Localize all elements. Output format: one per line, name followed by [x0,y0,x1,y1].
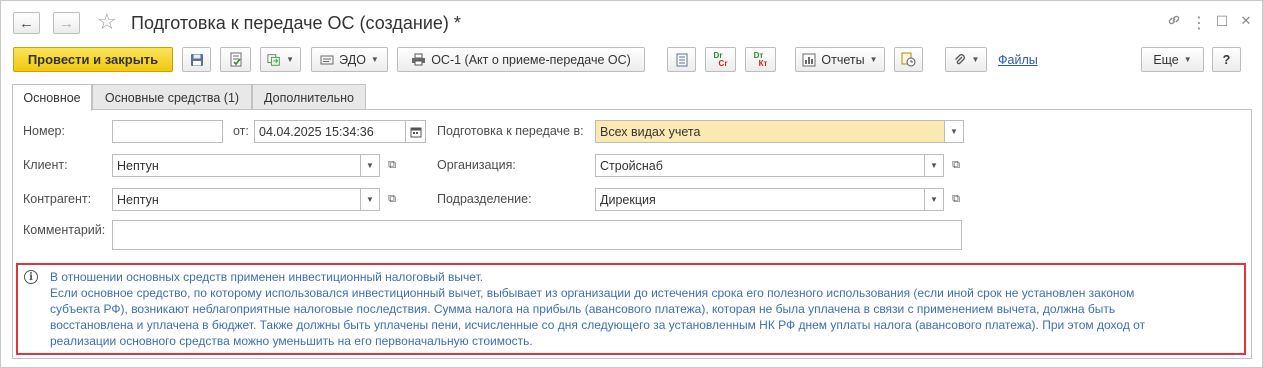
post-and-close-button[interactable]: Провести и закрыть [13,47,173,72]
save-button[interactable] [182,47,211,72]
warning-line: реализации основного средства можно умен… [50,334,533,348]
reports-button[interactable]: Отчеты ▼ [795,47,885,72]
org-dropdown-button[interactable]: ▼ [924,154,944,177]
dropdown-arrow-icon: ▼ [950,127,958,136]
tab-main[interactable]: Основное [12,84,92,111]
dept-label: Подразделение: [437,192,532,206]
dt-kt-button[interactable]: Dт Кт [745,47,776,72]
warning-text: В отношении основных средств применен ин… [50,269,1242,349]
contractor-open-button[interactable]: ⧉ [381,188,403,211]
edo-button[interactable]: ЭДО ▼ [311,47,388,72]
page-title: Подготовка к передаче ОС (создание) * [131,13,461,33]
warning-line: субъекта РФ), возникают неблагоприятные … [50,302,1116,316]
tab-additional[interactable]: Дополнительно [252,84,366,110]
number-field[interactable] [112,120,223,143]
date-label: от: [233,124,249,138]
number-label: Номер: [23,124,65,138]
journal-button[interactable] [667,47,696,72]
edo-label: ЭДО [339,52,366,67]
prep-label: Подготовка к передаче в: [437,124,584,138]
post-button[interactable] [220,47,251,72]
dropdown-arrow-icon: ▼ [366,161,374,170]
tax-deduction-warning: i В отношении основных средств применен … [16,263,1246,355]
comment-field[interactable] [112,220,962,250]
chain-link-icon [1168,15,1180,25]
files-link[interactable]: Файлы [998,53,1038,67]
open-icon: ⧉ [388,193,396,205]
warning-line: Если основное средство, по которому испо… [50,286,1135,300]
client-dropdown-button[interactable]: ▼ [360,154,380,177]
client-open-button[interactable]: ⧉ [381,154,403,177]
more-label: Еще [1153,52,1179,67]
warning-line: В отношении основных средств применен ин… [50,270,484,284]
create-based-on-button[interactable]: ▼ [260,47,301,72]
dt-kt-icon: Dт Кт [753,50,768,68]
client-label: Клиент: [23,158,68,172]
print-os1-button[interactable]: ОС-1 (Акт о приеме-передаче ОС) [397,47,645,72]
info-icon: i [24,270,38,284]
forward-button[interactable]: → [53,12,80,34]
document-window: ← → ☆ Подготовка к передаче ОС (создание… [0,0,1263,368]
more-button[interactable]: Еще ▼ [1141,47,1204,72]
open-icon: ⧉ [952,193,960,205]
dr-cr-icon: Dr Cr [713,50,728,68]
open-icon: ⧉ [388,159,396,171]
comment-label: Комментарий: [23,223,106,237]
calendar-icon [410,127,421,137]
contractor-label: Контрагент: [23,192,92,206]
dr-cr-button[interactable]: Dr Cr [705,47,736,72]
contractor-dropdown-button[interactable]: ▼ [360,188,380,211]
dropdown-arrow-icon: ▼ [930,161,938,170]
dept-field[interactable]: Дирекция [595,188,925,211]
printer-icon [412,53,426,66]
arrow-right-icon: → [59,14,74,32]
link-icon[interactable] [1164,13,1184,32]
paperclip-icon [954,53,965,64]
calendar-button[interactable] [405,120,426,143]
open-icon: ⧉ [952,159,960,171]
dropdown-arrow-icon: ▼ [869,55,878,64]
date-field[interactable]: 04.04.2025 15:34:36 [254,120,406,143]
reports-label: Отчеты [821,52,865,67]
more-actions-icon[interactable]: ⋮ [1189,13,1209,33]
list-document-icon [676,53,687,66]
post-document-icon [230,52,241,66]
back-button[interactable]: ← [13,12,40,34]
dropdown-arrow-icon: ▼ [1183,55,1192,64]
dropdown-arrow-icon: ▼ [366,195,374,204]
history-button[interactable] [894,47,923,72]
close-icon[interactable]: ✕ [1236,13,1256,29]
floppy-disk-icon [190,53,203,66]
org-field[interactable]: Стройснаб [595,154,925,177]
prep-dropdown-button[interactable]: ▼ [944,120,964,143]
prep-select[interactable]: Всех видах учета [595,120,945,143]
dropdown-arrow-icon: ▼ [286,55,294,64]
help-button[interactable]: ? [1212,47,1241,72]
document-history-icon [901,52,916,67]
dept-dropdown-button[interactable]: ▼ [924,188,944,211]
report-icon [802,53,816,66]
dropdown-arrow-icon: ▼ [971,55,980,64]
print-os1-label: ОС-1 (Акт о приеме-передаче ОС) [431,52,631,67]
warning-line: восстановлена и уплачена в бюджет. Также… [50,318,1146,332]
favorite-star-icon[interactable]: ☆ [97,9,117,35]
attachments-button[interactable]: ▼ [945,47,987,72]
dept-open-button[interactable]: ⧉ [945,188,967,211]
arrow-left-icon: ← [19,14,34,32]
dropdown-arrow-icon: ▼ [930,195,938,204]
client-field[interactable]: Нептун [112,154,361,177]
org-open-button[interactable]: ⧉ [945,154,967,177]
org-label: Организация: [437,158,516,172]
create-based-icon [267,53,280,66]
edo-icon [320,55,334,64]
maximize-icon[interactable]: ☐ [1212,13,1232,30]
tab-fixed-assets[interactable]: Основные средства (1) [92,84,252,110]
contractor-field[interactable]: Нептун [112,188,361,211]
dropdown-arrow-icon: ▼ [370,55,379,64]
